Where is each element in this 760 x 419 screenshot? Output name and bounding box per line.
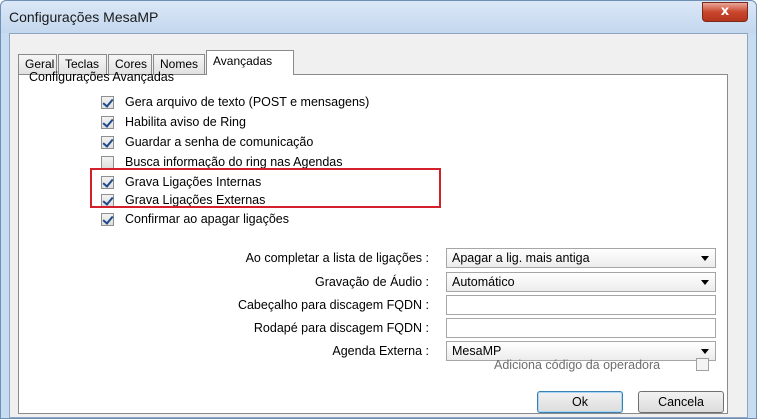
operadora-label: Adiciona código da operadora bbox=[494, 358, 661, 372]
cabecalho-label: Cabeçalho para discagem FQDN : bbox=[237, 298, 429, 312]
chevron-down-icon bbox=[701, 280, 709, 285]
chevron-down-icon bbox=[701, 349, 709, 354]
checkbox-box[interactable] bbox=[101, 96, 114, 109]
ok-button[interactable]: Ok bbox=[537, 391, 623, 413]
section-title: Configurações Avançadas bbox=[29, 70, 175, 84]
agenda-label: Agenda Externa : bbox=[332, 344, 429, 358]
gravacao-select[interactable]: Automático bbox=[446, 272, 716, 292]
settings-dialog: Configurações MesaMP x Geral Teclas Core… bbox=[0, 0, 757, 419]
checkbox-box[interactable] bbox=[101, 213, 114, 226]
gravacao-label: Gravação de Áudio : bbox=[315, 275, 429, 289]
tab-avancadas[interactable]: Avançadas bbox=[206, 50, 294, 75]
chevron-down-icon bbox=[701, 256, 709, 261]
highlight-box bbox=[90, 168, 441, 208]
rodape-label: Rodapé para discagem FQDN : bbox=[253, 321, 429, 335]
operadora-checkbox[interactable] bbox=[696, 358, 709, 371]
cabecalho-input[interactable] bbox=[446, 295, 716, 315]
agenda-value: MesaMP bbox=[452, 344, 502, 358]
checkbox-box[interactable] bbox=[101, 116, 114, 129]
checkbox-label: Gera arquivo de texto (POST e mensagens) bbox=[125, 95, 370, 109]
checkbox-label: Guardar a senha de comunicação bbox=[125, 135, 314, 149]
gravacao-value: Automático bbox=[452, 275, 515, 289]
window-title: Configurações MesaMP bbox=[9, 9, 159, 25]
dialog-client-area: Geral Teclas Cores Nomes Avançadas Confi… bbox=[9, 33, 748, 418]
rodape-input[interactable] bbox=[446, 318, 716, 338]
checkbox-label: Habilita aviso de Ring bbox=[125, 115, 246, 129]
close-button[interactable]: x bbox=[702, 2, 748, 22]
checkbox-label: Confirmar ao apagar ligações bbox=[125, 212, 289, 226]
completar-select[interactable]: Apagar a lig. mais antiga bbox=[446, 248, 716, 268]
close-icon: x bbox=[720, 4, 730, 19]
checkbox-box[interactable] bbox=[101, 136, 114, 149]
cancel-button[interactable]: Cancela bbox=[638, 391, 724, 413]
completar-value: Apagar a lig. mais antiga bbox=[452, 251, 590, 265]
completar-label: Ao completar a lista de ligações : bbox=[245, 251, 429, 265]
title-bar: Configurações MesaMP x bbox=[1, 1, 756, 33]
checkbox-label: Busca informação do ring nas Agendas bbox=[125, 155, 343, 169]
